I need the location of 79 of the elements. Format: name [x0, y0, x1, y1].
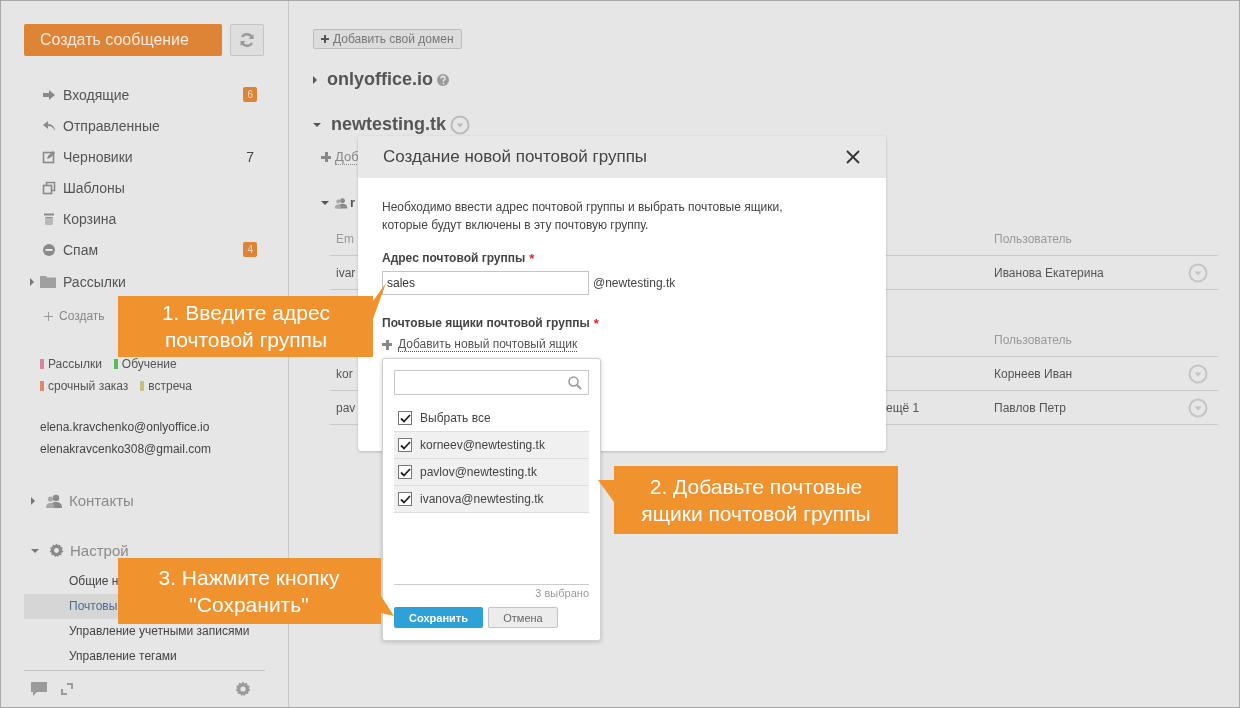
checkbox[interactable]: [398, 438, 412, 452]
expand-icon[interactable]: [31, 548, 39, 553]
search-field[interactable]: [394, 370, 589, 395]
folder-item[interactable]: Черновики 7: [24, 141, 257, 172]
unread-counter: 4: [243, 242, 257, 257]
expand-icon[interactable]: [313, 122, 321, 127]
expand-icon[interactable]: [313, 75, 317, 84]
field-label: Адрес почтовой группы: [382, 251, 526, 266]
settings-item[interactable]: Управление тегами: [24, 644, 265, 669]
reply-icon: [42, 118, 56, 133]
table-cell: ivar: [336, 265, 356, 280]
expand-icon[interactable]: [30, 277, 34, 286]
table-cell: pav: [336, 400, 356, 415]
chat-icon[interactable]: [31, 682, 47, 696]
option-label: korneev@newtesting.tk: [420, 438, 545, 452]
unread-counter: 7: [246, 148, 254, 165]
option-label: Выбрать все: [420, 411, 491, 425]
table-cell: Корнеев Иван: [994, 366, 1073, 381]
option-label: ivanova@newtesting.tk: [420, 492, 544, 506]
column-header: Пользователь: [994, 333, 1072, 347]
copy-icon: [42, 180, 56, 195]
add-domain-button[interactable]: Добавить свой домен: [313, 29, 462, 49]
cancel-button[interactable]: Отмена: [488, 607, 558, 628]
tag-label[interactable]: встреча: [140, 379, 192, 393]
group-name: r: [350, 195, 356, 210]
table-cell: kor: [336, 366, 353, 381]
add-mailbox-link[interactable]: Добавить новый почтовый ящик: [398, 337, 578, 352]
table-cell: Иванова Екатерина: [994, 265, 1104, 280]
field-label: Почтовые ящики почтовой группы: [382, 316, 590, 331]
people-icon: [45, 493, 63, 508]
account-link[interactable]: elenakravcenko308@gmail.com: [40, 442, 211, 456]
required-mark: *: [529, 251, 535, 266]
callout-tooltip: 3. Нажмите кнопку "Сохранить": [118, 558, 394, 624]
minus-circle-icon: [42, 242, 56, 257]
people-icon: [334, 196, 348, 209]
expand-icon[interactable]: [31, 496, 35, 505]
arrow-icon: [42, 87, 56, 102]
option-label: pavlov@newtesting.tk: [420, 465, 537, 479]
edit-icon: [42, 149, 56, 164]
checkbox[interactable]: [398, 492, 412, 506]
folder-item[interactable]: Спам 4: [24, 234, 257, 265]
folder-item[interactable]: Отправленные: [24, 110, 257, 141]
close-icon[interactable]: [846, 150, 860, 164]
gear-icon: [49, 543, 64, 558]
unread-counter: 6: [243, 87, 257, 102]
selected-count: 3 выбрано: [535, 587, 589, 599]
table-cell: Павлов Петр: [994, 400, 1066, 415]
checkbox[interactable]: [398, 411, 412, 425]
column-header: Пользователь: [994, 232, 1072, 246]
column-header: Em: [336, 232, 354, 246]
dialog-description: Необходимо ввести адрес почтовой группы и выбрать почтовые ящики, которые будут включены в эту почтовую группу.: [382, 199, 784, 234]
expand-icon[interactable]: [321, 200, 329, 205]
folder-group[interactable]: Рассылки: [24, 266, 257, 297]
dialog-title: Создание новой почтовой группы: [383, 147, 648, 167]
checkbox[interactable]: [398, 465, 412, 479]
refresh-icon: [239, 32, 255, 48]
trash-icon: [42, 211, 56, 226]
account-link[interactable]: elena.kravchenko@onlyoffice.io: [40, 420, 210, 434]
search-icon: [568, 375, 582, 390]
mailbox-option[interactable]: korneev@newtesting.tk: [394, 432, 589, 459]
folder-item[interactable]: Входящие 6: [24, 79, 257, 110]
tag-label[interactable]: срочный заказ: [40, 379, 129, 393]
table-cell: ещё 1: [886, 400, 920, 415]
folder-item[interactable]: Шаблоны: [24, 172, 257, 203]
mailbox-option[interactable]: ivanova@newtesting.tk: [394, 486, 589, 513]
refresh-button[interactable]: [230, 24, 264, 56]
callout-tooltip: 2. Добавьте почтовые ящики почтовой группы: [598, 466, 898, 534]
domain-heading[interactable]: onlyoffice.io: [313, 69, 449, 90]
domain-heading[interactable]: newtesting.tk: [313, 114, 470, 135]
tag-label[interactable]: Рассылки: [40, 357, 102, 371]
folder-icon: [40, 275, 56, 288]
required-mark: *: [593, 316, 599, 331]
settings-icon[interactable]: [235, 681, 251, 697]
address-field[interactable]: sales: [382, 271, 589, 295]
tag-label[interactable]: Обучение: [113, 357, 177, 371]
folder-item[interactable]: Корзина: [24, 203, 257, 234]
help-icon[interactable]: [437, 73, 449, 86]
domain-suffix: @newtesting.tk: [593, 276, 676, 290]
mailbox-option[interactable]: pavlov@newtesting.tk: [394, 459, 589, 486]
